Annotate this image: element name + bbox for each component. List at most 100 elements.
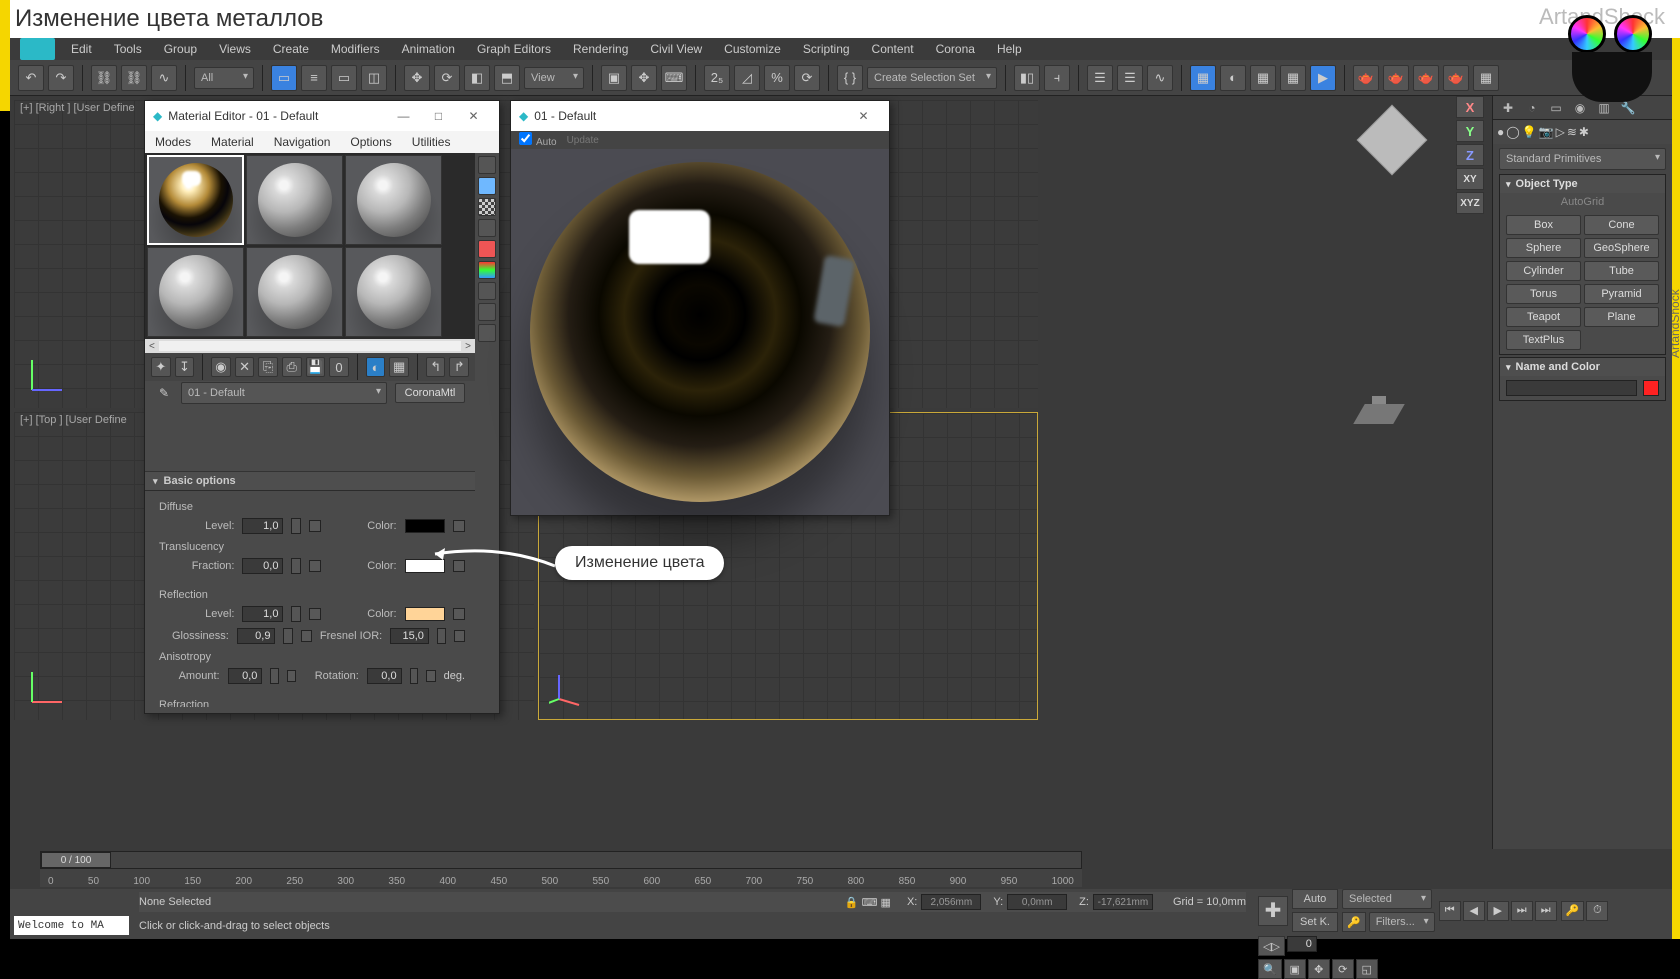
assign-icon[interactable]: ◉ — [211, 357, 231, 377]
autogrid-check[interactable]: AutoGrid — [1500, 193, 1665, 211]
grid-icon-tb[interactable]: ▦ — [1473, 65, 1499, 91]
viewport-top-label[interactable]: [+] [Top ] [User Define — [20, 414, 127, 426]
menu-rendering[interactable]: Rendering — [562, 42, 639, 56]
backlight-icon[interactable] — [478, 177, 496, 195]
teapot-3-icon[interactable]: 🫖 — [1413, 65, 1439, 91]
render-setup-icon[interactable]: ▦ — [1250, 65, 1276, 91]
menu-grapheditors[interactable]: Graph Editors — [466, 42, 562, 56]
menu-customize[interactable]: Customize — [713, 42, 792, 56]
refl-level-spin[interactable] — [291, 606, 301, 622]
pan-icon[interactable]: ✥ — [1308, 959, 1330, 979]
sample-uv-icon[interactable] — [478, 219, 496, 237]
sample-slot-4[interactable] — [147, 247, 244, 337]
aniso-rot-spin[interactable] — [410, 668, 418, 684]
menu-scripting[interactable]: Scripting — [792, 42, 861, 56]
refl-color-map[interactable] — [453, 608, 465, 620]
percent-snap-icon[interactable]: % — [764, 65, 790, 91]
diff-color-map[interactable] — [453, 520, 465, 532]
render-close-icon[interactable]: ✕ — [846, 109, 881, 123]
trans-frac-spin[interactable] — [291, 558, 301, 574]
shapes-icon[interactable]: ◯ — [1506, 125, 1519, 139]
geometry-icon[interactable]: ● — [1497, 125, 1504, 139]
go-parent-icon[interactable]: ↰ — [426, 357, 446, 377]
video-check-icon[interactable] — [478, 240, 496, 258]
zoom-icon[interactable]: 🔍 — [1258, 959, 1282, 979]
diff-color[interactable] — [405, 519, 446, 533]
auto-key[interactable]: Auto — [1292, 889, 1338, 909]
get-material-icon[interactable]: ✦ — [151, 357, 171, 377]
refl-level-map[interactable] — [309, 608, 321, 620]
object-color-swatch[interactable] — [1643, 380, 1659, 396]
systems-icon[interactable]: ✱ — [1579, 125, 1589, 139]
mat-map-nav-icon[interactable] — [478, 324, 496, 342]
layer-explorer-icon[interactable]: ☰ — [1087, 65, 1113, 91]
put-to-scene-icon[interactable]: ↧ — [175, 357, 195, 377]
select-icon[interactable]: ▭ — [271, 65, 297, 91]
btn-pyramid[interactable]: Pyramid — [1584, 284, 1659, 304]
menu-edit[interactable]: Edit — [60, 42, 103, 56]
menu-views[interactable]: Views — [208, 42, 262, 56]
menu-help[interactable]: Help — [986, 42, 1033, 56]
prev-frame-icon[interactable]: ◀ — [1463, 901, 1485, 921]
unlink-icon[interactable]: ⛓ — [121, 65, 147, 91]
rotate-icon[interactable]: ⟳ — [434, 65, 460, 91]
aniso-amt-map[interactable] — [287, 670, 297, 682]
menu-animation[interactable]: Animation — [391, 42, 466, 56]
maximize-icon[interactable]: □ — [421, 109, 456, 123]
mat-menu-navigation[interactable]: Navigation — [264, 135, 341, 149]
rollup-basic[interactable]: Basic options — [145, 471, 475, 491]
object-name-input[interactable] — [1506, 380, 1637, 396]
align-icon[interactable]: ⫞ — [1044, 65, 1070, 91]
material-name[interactable]: 01 - Default — [181, 382, 387, 404]
make-preview-icon[interactable] — [478, 261, 496, 279]
reset-map-icon[interactable]: ✕ — [235, 357, 255, 377]
play-icon[interactable]: ▶ — [1487, 901, 1509, 921]
time-handle[interactable]: 0 / 100 — [41, 852, 111, 868]
set-key-big[interactable]: ✚ — [1258, 896, 1288, 926]
key-mode-icon[interactable]: 🔑 — [1561, 901, 1585, 921]
rollup-namecolor[interactable]: Name and Color — [1500, 358, 1665, 376]
constrain-x[interactable]: X — [1456, 96, 1484, 118]
sample-slot-2[interactable] — [246, 155, 343, 245]
constrain-y[interactable]: Y — [1456, 120, 1484, 142]
btn-sphere[interactable]: Sphere — [1506, 238, 1581, 258]
orbit-icon[interactable]: ⟳ — [1332, 959, 1354, 979]
make-copy-icon[interactable]: ⎘ — [258, 357, 278, 377]
btn-torus[interactable]: Torus — [1506, 284, 1581, 304]
select-name-icon[interactable]: ≡ — [301, 65, 327, 91]
pivot-icon[interactable]: ▣ — [601, 65, 627, 91]
window-crossing-icon[interactable]: ◫ — [361, 65, 387, 91]
sample-slot-5[interactable] — [246, 247, 343, 337]
background-icon[interactable] — [478, 198, 496, 216]
coord-y[interactable]: 0,0mm — [1007, 894, 1067, 910]
viewcube[interactable] — [1352, 100, 1432, 180]
refl-ior[interactable]: 15,0 — [390, 628, 429, 644]
btn-tube[interactable]: Tube — [1584, 261, 1659, 281]
menu-modifiers[interactable]: Modifiers — [320, 42, 391, 56]
cmd-create-icon[interactable]: ✚ — [1497, 97, 1519, 119]
auto-check[interactable]: Auto — [519, 132, 557, 148]
maxscript-listener[interactable]: Welcome to MA — [14, 916, 129, 935]
mat-menu-modes[interactable]: Modes — [145, 135, 201, 149]
material-editor-icon[interactable]: ◐ — [1220, 65, 1246, 91]
angle-snap-icon[interactable]: ◿ — [734, 65, 760, 91]
eyedropper-icon[interactable]: ✎ — [155, 384, 173, 402]
aniso-amt-spin[interactable] — [270, 668, 278, 684]
teapot-4-icon[interactable]: 🫖 — [1443, 65, 1469, 91]
render-titlebar[interactable]: ◆ 01 - Default ✕ — [511, 101, 889, 131]
spinner-snap-icon[interactable]: ⟳ — [794, 65, 820, 91]
viewport-right-label[interactable]: [+] [Right ] [User Define — [20, 102, 135, 114]
max-viewport-icon[interactable]: ◱ — [1356, 959, 1378, 979]
rendered-frame-icon[interactable]: ▦ — [1280, 65, 1306, 91]
set-key[interactable]: Set K. — [1292, 912, 1338, 932]
app-logo[interactable] — [20, 38, 55, 60]
curve-editor-icon[interactable]: ∿ — [1147, 65, 1173, 91]
rollup-objtype[interactable]: Object Type — [1500, 175, 1665, 193]
refl-ior-map[interactable] — [454, 630, 465, 642]
bind-icon[interactable]: ∿ — [151, 65, 177, 91]
btn-teapot[interactable]: Teapot — [1506, 307, 1581, 327]
menu-create[interactable]: Create — [262, 42, 320, 56]
manipulate-icon[interactable]: ✥ — [631, 65, 657, 91]
update-btn[interactable]: Update — [567, 135, 599, 146]
helpers-icon[interactable]: ▷ — [1556, 125, 1565, 139]
